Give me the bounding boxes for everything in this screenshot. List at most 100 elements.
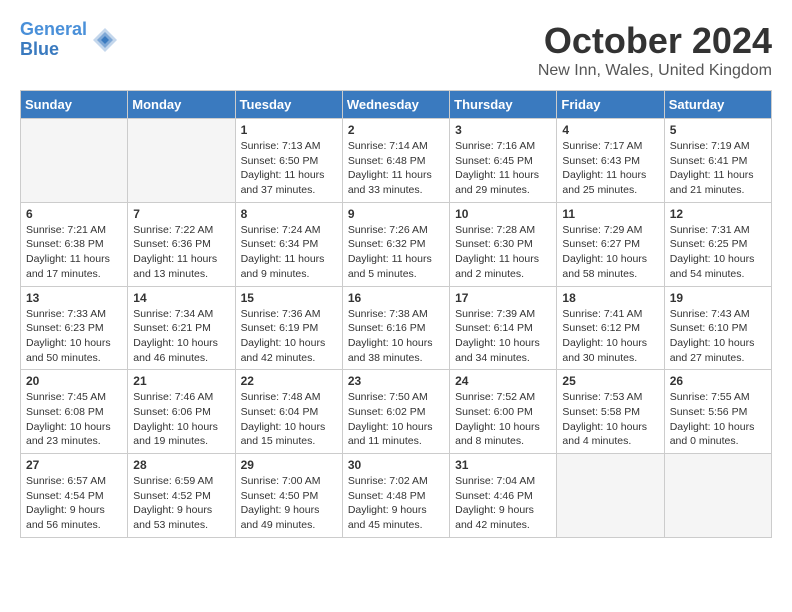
calendar-cell: 16 Sunrise: 7:38 AM Sunset: 6:16 PM Dayli…	[342, 286, 449, 370]
day-info: Sunrise: 6:57 AM Sunset: 4:54 PM Dayligh…	[26, 474, 122, 533]
day-number: 25	[562, 374, 658, 388]
day-info: Sunrise: 7:36 AM Sunset: 6:19 PM Dayligh…	[241, 307, 337, 366]
day-header-monday: Monday	[128, 91, 235, 119]
day-number: 21	[133, 374, 229, 388]
calendar-cell: 6Sunrise: 7:21 AM Sunset: 6:38 PM Daylig…	[21, 202, 128, 286]
day-info: Sunrise: 7:17 AM Sunset: 6:43 PM Dayligh…	[562, 139, 658, 198]
calendar-cell: 19 Sunrise: 7:43 AM Sunset: 6:10 PM Dayli…	[664, 286, 771, 370]
calendar-cell: 15 Sunrise: 7:36 AM Sunset: 6:19 PM Dayli…	[235, 286, 342, 370]
day-number: 22	[241, 374, 337, 388]
day-number: 18	[562, 291, 658, 305]
calendar-cell	[557, 454, 664, 538]
calendar-cell: 4 Sunrise: 7:17 AM Sunset: 6:43 PM Daylig…	[557, 119, 664, 203]
day-header-thursday: Thursday	[450, 91, 557, 119]
day-info: Sunrise: 7:14 AM Sunset: 6:48 PM Dayligh…	[348, 139, 444, 198]
day-info: Sunrise: 7:52 AM Sunset: 6:00 PM Dayligh…	[455, 390, 551, 449]
month-title: October 2024	[538, 20, 772, 62]
calendar-header-row: SundayMondayTuesdayWednesdayThursdayFrid…	[21, 91, 772, 119]
calendar-cell: 2 Sunrise: 7:14 AM Sunset: 6:48 PM Daylig…	[342, 119, 449, 203]
day-header-sunday: Sunday	[21, 91, 128, 119]
day-info: Sunrise: 7:22 AM Sunset: 6:36 PM Dayligh…	[133, 223, 229, 282]
calendar-cell: 9 Sunrise: 7:26 AM Sunset: 6:32 PM Daylig…	[342, 202, 449, 286]
calendar-cell: 26 Sunrise: 7:55 AM Sunset: 5:56 PM Dayli…	[664, 370, 771, 454]
day-info: Sunrise: 7:48 AM Sunset: 6:04 PM Dayligh…	[241, 390, 337, 449]
day-number: 23	[348, 374, 444, 388]
day-number: 4	[562, 123, 658, 137]
calendar-cell: 17 Sunrise: 7:39 AM Sunset: 6:14 PM Dayli…	[450, 286, 557, 370]
calendar-cell: 14 Sunrise: 7:34 AM Sunset: 6:21 PM Dayli…	[128, 286, 235, 370]
calendar-week-1: 6Sunrise: 7:21 AM Sunset: 6:38 PM Daylig…	[21, 202, 772, 286]
day-header-friday: Friday	[557, 91, 664, 119]
day-number: 19	[670, 291, 766, 305]
calendar-cell: 11Sunrise: 7:29 AM Sunset: 6:27 PM Dayli…	[557, 202, 664, 286]
day-number: 7	[133, 207, 229, 221]
day-number: 14	[133, 291, 229, 305]
day-number: 3	[455, 123, 551, 137]
day-number: 15	[241, 291, 337, 305]
calendar-cell: 25 Sunrise: 7:53 AM Sunset: 5:58 PM Dayli…	[557, 370, 664, 454]
calendar-cell	[21, 119, 128, 203]
day-number: 27	[26, 458, 122, 472]
day-info: Sunrise: 7:38 AM Sunset: 6:16 PM Dayligh…	[348, 307, 444, 366]
day-info: Sunrise: 7:26 AM Sunset: 6:32 PM Dayligh…	[348, 223, 444, 282]
calendar-cell: 30 Sunrise: 7:02 AM Sunset: 4:48 PM Dayli…	[342, 454, 449, 538]
logo: General Blue	[20, 20, 119, 60]
day-info: Sunrise: 7:39 AM Sunset: 6:14 PM Dayligh…	[455, 307, 551, 366]
day-info: Sunrise: 7:28 AM Sunset: 6:30 PM Dayligh…	[455, 223, 551, 282]
day-number: 29	[241, 458, 337, 472]
calendar-week-3: 20 Sunrise: 7:45 AM Sunset: 6:08 PM Dayli…	[21, 370, 772, 454]
day-info: Sunrise: 7:33 AM Sunset: 6:23 PM Dayligh…	[26, 307, 122, 366]
day-number: 12	[670, 207, 766, 221]
day-info: Sunrise: 7:46 AM Sunset: 6:06 PM Dayligh…	[133, 390, 229, 449]
day-info: Sunrise: 7:02 AM Sunset: 4:48 PM Dayligh…	[348, 474, 444, 533]
day-info: Sunrise: 7:00 AM Sunset: 4:50 PM Dayligh…	[241, 474, 337, 533]
day-number: 16	[348, 291, 444, 305]
day-number: 24	[455, 374, 551, 388]
day-info: Sunrise: 7:21 AM Sunset: 6:38 PM Dayligh…	[26, 223, 122, 282]
day-info: Sunrise: 7:43 AM Sunset: 6:10 PM Dayligh…	[670, 307, 766, 366]
day-info: Sunrise: 7:34 AM Sunset: 6:21 PM Dayligh…	[133, 307, 229, 366]
day-info: Sunrise: 7:50 AM Sunset: 6:02 PM Dayligh…	[348, 390, 444, 449]
day-info: Sunrise: 7:45 AM Sunset: 6:08 PM Dayligh…	[26, 390, 122, 449]
calendar-cell: 10Sunrise: 7:28 AM Sunset: 6:30 PM Dayli…	[450, 202, 557, 286]
calendar-cell: 29 Sunrise: 7:00 AM Sunset: 4:50 PM Dayli…	[235, 454, 342, 538]
calendar-cell: 20 Sunrise: 7:45 AM Sunset: 6:08 PM Dayli…	[21, 370, 128, 454]
calendar-body: 1 Sunrise: 7:13 AM Sunset: 6:50 PM Daylig…	[21, 119, 772, 538]
day-number: 8	[241, 207, 337, 221]
day-info: Sunrise: 7:29 AM Sunset: 6:27 PM Dayligh…	[562, 223, 658, 282]
day-number: 26	[670, 374, 766, 388]
day-number: 30	[348, 458, 444, 472]
calendar-cell: 12Sunrise: 7:31 AM Sunset: 6:25 PM Dayli…	[664, 202, 771, 286]
calendar-cell: 8 Sunrise: 7:24 AM Sunset: 6:34 PM Daylig…	[235, 202, 342, 286]
day-info: Sunrise: 7:04 AM Sunset: 4:46 PM Dayligh…	[455, 474, 551, 533]
calendar-cell: 31 Sunrise: 7:04 AM Sunset: 4:46 PM Dayli…	[450, 454, 557, 538]
logo-text: General Blue	[20, 20, 87, 60]
day-number: 9	[348, 207, 444, 221]
day-info: Sunrise: 7:16 AM Sunset: 6:45 PM Dayligh…	[455, 139, 551, 198]
day-info: Sunrise: 7:55 AM Sunset: 5:56 PM Dayligh…	[670, 390, 766, 449]
day-info: Sunrise: 7:53 AM Sunset: 5:58 PM Dayligh…	[562, 390, 658, 449]
day-info: Sunrise: 7:13 AM Sunset: 6:50 PM Dayligh…	[241, 139, 337, 198]
day-number: 20	[26, 374, 122, 388]
calendar-cell: 7 Sunrise: 7:22 AM Sunset: 6:36 PM Daylig…	[128, 202, 235, 286]
day-number: 1	[241, 123, 337, 137]
calendar-cell: 27 Sunrise: 6:57 AM Sunset: 4:54 PM Dayli…	[21, 454, 128, 538]
logo-icon	[91, 26, 119, 54]
calendar-cell: 23 Sunrise: 7:50 AM Sunset: 6:02 PM Dayli…	[342, 370, 449, 454]
calendar-week-0: 1 Sunrise: 7:13 AM Sunset: 6:50 PM Daylig…	[21, 119, 772, 203]
calendar-cell: 3 Sunrise: 7:16 AM Sunset: 6:45 PM Daylig…	[450, 119, 557, 203]
day-number: 13	[26, 291, 122, 305]
day-number: 2	[348, 123, 444, 137]
day-number: 17	[455, 291, 551, 305]
calendar-cell	[664, 454, 771, 538]
calendar-cell: 13 Sunrise: 7:33 AM Sunset: 6:23 PM Dayli…	[21, 286, 128, 370]
calendar-week-4: 27 Sunrise: 6:57 AM Sunset: 4:54 PM Dayli…	[21, 454, 772, 538]
day-info: Sunrise: 7:41 AM Sunset: 6:12 PM Dayligh…	[562, 307, 658, 366]
calendar-cell: 24 Sunrise: 7:52 AM Sunset: 6:00 PM Dayli…	[450, 370, 557, 454]
day-info: Sunrise: 7:19 AM Sunset: 6:41 PM Dayligh…	[670, 139, 766, 198]
day-number: 28	[133, 458, 229, 472]
title-block: October 2024 New Inn, Wales, United King…	[538, 20, 772, 80]
day-info: Sunrise: 7:24 AM Sunset: 6:34 PM Dayligh…	[241, 223, 337, 282]
day-number: 31	[455, 458, 551, 472]
calendar-cell: 1 Sunrise: 7:13 AM Sunset: 6:50 PM Daylig…	[235, 119, 342, 203]
